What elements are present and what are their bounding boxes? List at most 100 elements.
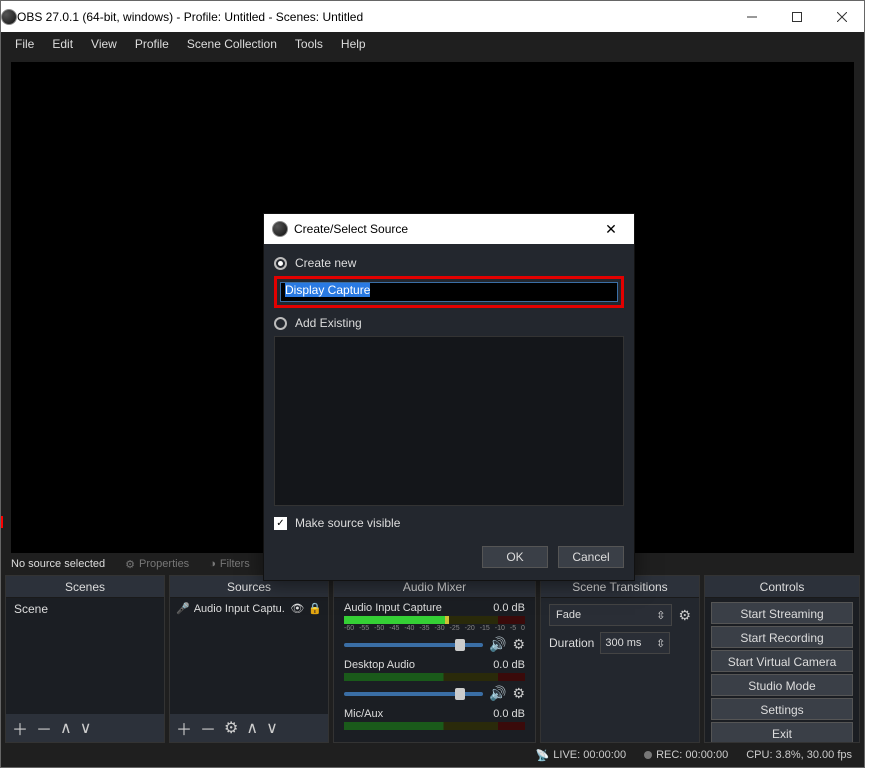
exit-button[interactable]: Exit — [711, 722, 853, 742]
radio-icon — [274, 317, 287, 330]
filters-button[interactable]: ◑ Filters — [209, 558, 250, 570]
menu-tools[interactable]: Tools — [287, 34, 331, 54]
sources-list[interactable]: 🎤 Audio Input Captu. 👁 🔒 — [170, 598, 328, 714]
existing-sources-list[interactable] — [274, 336, 624, 506]
channel-settings-button[interactable]: ⚙ — [512, 685, 525, 702]
ok-button[interactable]: OK — [482, 546, 548, 568]
speaker-icon[interactable]: 🔊 — [489, 685, 506, 702]
panels-row: Scenes Scene ＋ － ∧ ∨ Sources 🎤 Audio Inp… — [1, 575, 864, 743]
mixer-channel: Mic/Aux 0.0 dB — [334, 704, 535, 732]
menu-file[interactable]: File — [7, 34, 42, 54]
dialog-buttons: OK Cancel — [264, 546, 634, 580]
mixer-channel: Desktop Audio 0.0 dB 🔊 ⚙ — [334, 655, 535, 704]
speaker-icon[interactable]: 🔊 — [489, 636, 506, 653]
channel-settings-button[interactable]: ⚙ — [512, 636, 525, 653]
menu-help[interactable]: Help — [333, 34, 374, 54]
highlight-annotation: Display Capture — [274, 276, 624, 308]
edge-marker — [1, 516, 3, 528]
start-streaming-button[interactable]: Start Streaming — [711, 602, 853, 624]
channel-level: 0.0 dB — [493, 659, 525, 671]
channel-name: Audio Input Capture — [344, 602, 442, 614]
source-settings-button[interactable]: ⚙ — [224, 718, 238, 738]
mixer-body: Audio Input Capture 0.0 dB -60-55-50-45-… — [334, 598, 535, 742]
meter-ticks: -60-55-50-45-40-35-30-25-20-15-10-50 — [344, 625, 525, 632]
filter-icon: ◑ — [209, 558, 216, 570]
remove-scene-button[interactable]: － — [36, 716, 52, 740]
add-existing-radio[interactable]: Add Existing — [274, 316, 624, 330]
studio-mode-button[interactable]: Studio Mode — [711, 674, 853, 696]
scenes-footer: ＋ － ∧ ∨ — [6, 714, 164, 742]
controls-header: Controls — [705, 576, 859, 598]
channel-name: Mic/Aux — [344, 708, 383, 720]
menu-scene-collection[interactable]: Scene Collection — [179, 34, 285, 54]
vu-meter — [344, 673, 525, 681]
remove-source-button[interactable]: － — [200, 716, 216, 740]
menu-profile[interactable]: Profile — [127, 34, 177, 54]
transitions-panel: Scene Transitions Fade ⇳ ⚙ Duration 300 … — [540, 575, 700, 743]
menu-view[interactable]: View — [83, 34, 125, 54]
add-scene-button[interactable]: ＋ — [12, 716, 28, 740]
rec-status: REC: 00:00:00 — [644, 749, 728, 761]
scene-item[interactable]: Scene — [6, 598, 164, 620]
transitions-body: Fade ⇳ ⚙ Duration 300 ms ⇳ — [541, 598, 699, 660]
add-source-button[interactable]: ＋ — [176, 716, 192, 740]
dialog-close-button[interactable]: ✕ — [596, 221, 626, 238]
menu-edit[interactable]: Edit — [44, 34, 81, 54]
dialog-body: Create new Display Capture Add Existing … — [264, 244, 634, 546]
source-name: Audio Input Captu. — [194, 603, 287, 615]
mixer-panel: Audio Mixer Audio Input Capture 0.0 dB -… — [333, 575, 536, 743]
eye-icon[interactable]: 👁 — [290, 602, 304, 615]
start-recording-button[interactable]: Start Recording — [711, 626, 853, 648]
close-button[interactable] — [819, 1, 864, 32]
spinner-icon[interactable]: ⇳ — [656, 637, 665, 650]
transition-select[interactable]: Fade ⇳ — [549, 604, 672, 626]
statusbar: 📡 LIVE: 00:00:00 REC: 00:00:00 CPU: 3.8%… — [1, 743, 864, 767]
scenes-panel: Scenes Scene ＋ － ∧ ∨ — [5, 575, 165, 743]
minimize-button[interactable] — [729, 1, 774, 32]
scene-down-button[interactable]: ∨ — [80, 718, 92, 738]
duration-label: Duration — [549, 636, 594, 650]
chevron-updown-icon: ⇳ — [656, 609, 665, 622]
mic-icon: 🎤 — [176, 602, 190, 615]
scene-up-button[interactable]: ∧ — [60, 718, 72, 738]
create-new-radio[interactable]: Create new — [274, 256, 624, 270]
gear-icon: ⚙ — [125, 558, 135, 571]
channel-level: 0.0 dB — [493, 602, 525, 614]
source-down-button[interactable]: ∨ — [266, 718, 278, 738]
cpu-status: CPU: 3.8%, 30.00 fps — [746, 749, 852, 761]
lock-icon[interactable]: 🔒 — [308, 602, 322, 615]
volume-slider[interactable] — [344, 692, 483, 696]
scenes-header: Scenes — [6, 576, 164, 598]
obs-logo-icon — [272, 221, 288, 237]
vu-meter — [344, 616, 525, 624]
channel-level: 0.0 dB — [493, 708, 525, 720]
broadcast-icon: 📡 — [536, 749, 550, 762]
menubar: File Edit View Profile Scene Collection … — [1, 32, 864, 56]
create-source-dialog: Create/Select Source ✕ Create new Displa… — [263, 213, 635, 581]
record-dot-icon — [644, 751, 652, 759]
source-up-button[interactable]: ∧ — [246, 718, 258, 738]
properties-button[interactable]: ⚙ Properties — [125, 558, 189, 571]
channel-name: Desktop Audio — [344, 659, 415, 671]
transition-settings-button[interactable]: ⚙ — [678, 607, 691, 624]
controls-panel: Controls Start Streaming Start Recording… — [704, 575, 860, 743]
live-status: 📡 LIVE: 00:00:00 — [536, 749, 626, 762]
scenes-list[interactable]: Scene — [6, 598, 164, 714]
dialog-titlebar: Create/Select Source ✕ — [264, 214, 634, 244]
cancel-button[interactable]: Cancel — [558, 546, 624, 568]
source-name-input[interactable]: Display Capture — [280, 282, 618, 302]
vu-meter — [344, 722, 525, 730]
no-source-label: No source selected — [11, 558, 105, 570]
titlebar: OBS 27.0.1 (64-bit, windows) - Profile: … — [1, 1, 864, 32]
start-virtual-camera-button[interactable]: Start Virtual Camera — [711, 650, 853, 672]
make-visible-checkbox[interactable]: ✓ Make source visible — [274, 516, 624, 530]
duration-input[interactable]: 300 ms ⇳ — [600, 632, 670, 654]
maximize-button[interactable] — [774, 1, 819, 32]
settings-button[interactable]: Settings — [711, 698, 853, 720]
dialog-title: Create/Select Source — [294, 222, 596, 236]
source-item[interactable]: 🎤 Audio Input Captu. 👁 🔒 — [170, 598, 328, 619]
volume-slider[interactable] — [344, 643, 483, 647]
controls-body: Start Streaming Start Recording Start Vi… — [705, 598, 859, 742]
sources-footer: ＋ － ⚙ ∧ ∨ — [170, 714, 328, 742]
checkbox-icon: ✓ — [274, 517, 287, 530]
